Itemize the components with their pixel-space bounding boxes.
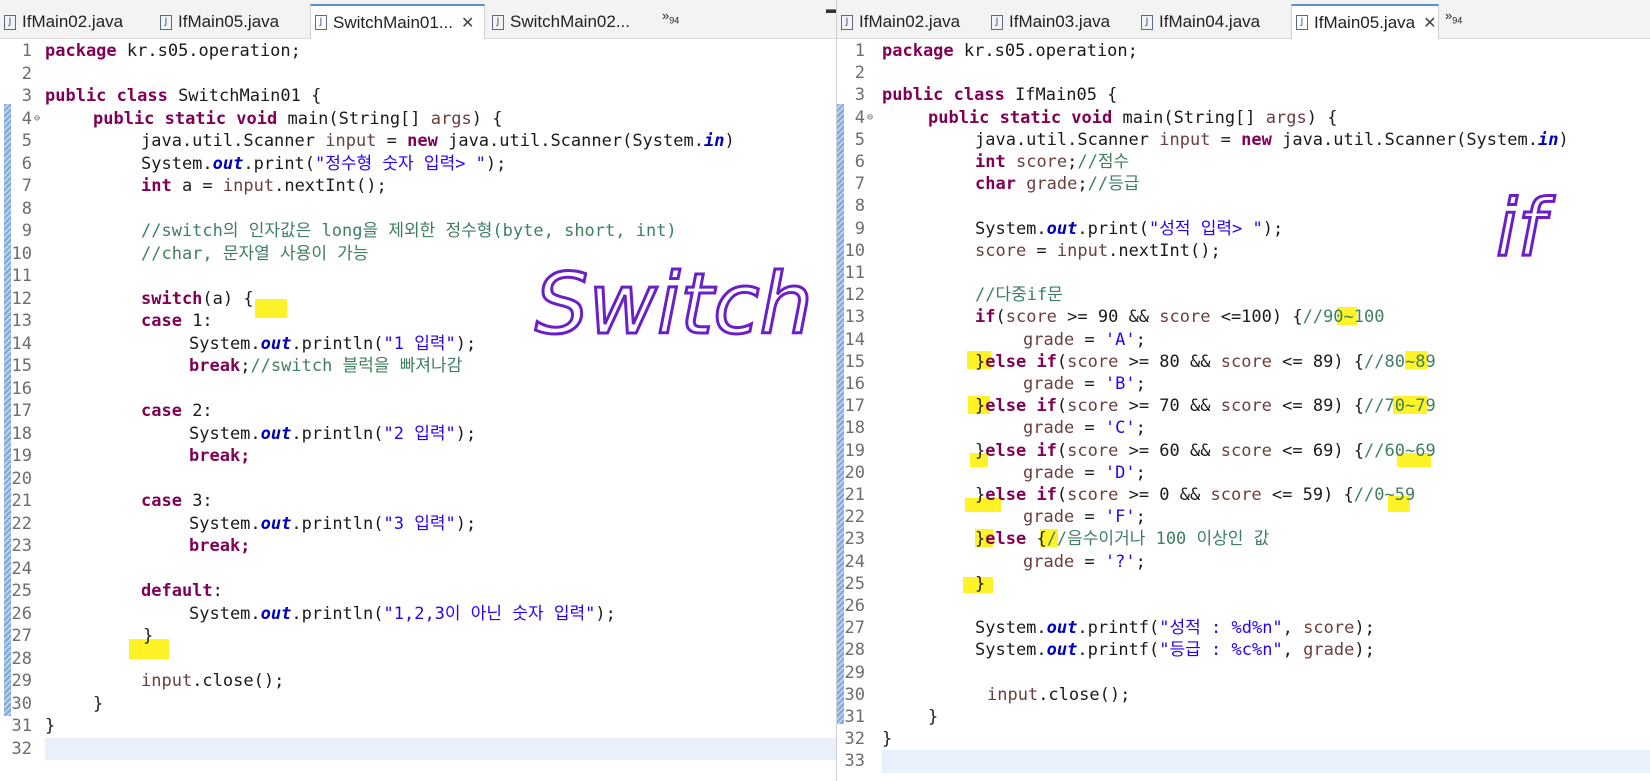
code-line: 29 input.close(); <box>11 671 285 691</box>
code-editor-left[interactable]: 1 package kr.s05.operation; 2 3 public cla… <box>0 40 836 781</box>
tab-ifmain05[interactable]: J IfMain05.java <box>156 6 306 38</box>
code-line: 26 System.out.println("1,2,3이 아닌 숫자 입력"); <box>11 603 616 624</box>
code-line: 6 System.out.print("정수형 숫자 입력> "); <box>21 153 507 174</box>
code-line: 4 ⊖ public static void main(String[] args)… <box>21 108 503 129</box>
tab-ifmain03[interactable]: J IfMain03.java <box>987 6 1137 38</box>
code-line: 22 System.out.println("3 입력"); <box>11 513 477 534</box>
code-line: 28 <box>11 648 32 669</box>
close-icon[interactable]: ✕ <box>1423 13 1436 33</box>
handwritten-annotation: Switch <box>534 254 815 355</box>
java-file-icon: J <box>841 14 853 30</box>
java-file-icon: J <box>315 15 327 30</box>
code-line: 21}else if(score >= 0 && score <= 59) {/… <box>844 485 1416 505</box>
code-line: 19 break; <box>11 446 251 466</box>
code-line: 1 package kr.s05.operation; <box>854 41 1138 61</box>
code-line: 32} <box>844 729 893 750</box>
code-line: 30 input.close(); <box>844 684 1131 705</box>
java-file-icon: J <box>160 14 172 30</box>
code-line: 21 case 3: <box>11 491 213 511</box>
code-line: 24 <box>11 558 32 579</box>
code-line: 23}else {//음수이거나 100 이상인 값 <box>844 529 1270 550</box>
minimize-icon[interactable]: ▬ <box>826 2 836 16</box>
tab-overflow-button[interactable]: »94 <box>662 8 679 26</box>
code-line: 20 grade = 'D'; <box>844 462 1146 483</box>
svg-text:if: if <box>1496 184 1556 274</box>
code-line: 4 ⊖ public static void main(String[] args)… <box>854 107 1338 128</box>
code-line: 19}else if(score >= 60 && score <= 69) {… <box>844 440 1436 461</box>
code-line: 27} <box>11 626 154 646</box>
editor-tabbar-left: J IfMain02.java J IfMain05.java J Switch… <box>0 0 836 39</box>
code-line: 25} <box>844 573 986 594</box>
java-file-icon: J <box>4 14 16 30</box>
code-line: 17}else if(score >= 70 && score <= 89) {… <box>844 396 1436 417</box>
code-line: 2 <box>854 63 865 84</box>
tab-ifmain04[interactable]: J IfMain04.java <box>1137 6 1287 38</box>
code-line: 3 public class IfMain05 { <box>854 85 1118 106</box>
code-line: 5 java.util.Scanner input = new java.util… <box>21 131 735 151</box>
handwritten-annotation: if <box>1495 183 1558 276</box>
code-line: 16 grade = 'B'; <box>844 374 1146 394</box>
code-line: 28 System.out.printf("등급 : %c%n", grade); <box>844 640 1375 661</box>
code-line: 24 grade = '?'; <box>844 551 1146 572</box>
editor-pane-left: J IfMain02.java J IfMain05.java J Switch… <box>0 0 836 781</box>
tab-ifmain02[interactable]: J IfMain02.java <box>0 6 150 38</box>
code-line: 33 <box>844 751 865 772</box>
code-line: 13 if(score >= 90 && score <=100) {//90~1… <box>844 307 1385 328</box>
code-line: 25 default: <box>11 581 223 601</box>
code-line: 5 java.util.Scanner input = new java.util… <box>854 129 1569 150</box>
code-line: 18 grade = 'C'; <box>844 418 1146 439</box>
close-icon[interactable]: ✕ <box>461 13 474 33</box>
code-line: 6 int score;//점수 <box>854 152 1130 172</box>
code-line: 31} <box>844 707 939 727</box>
code-line: 30} <box>11 693 104 714</box>
code-line: 23 break; <box>11 536 251 556</box>
java-file-icon: J <box>991 14 1003 30</box>
code-line: 12//다중if문 <box>844 285 1063 306</box>
tab-overflow-button[interactable]: »94 <box>1445 8 1462 26</box>
code-line: 1 package kr.s05.operation; <box>21 41 301 61</box>
tab-switchmain02[interactable]: J SwitchMain02... <box>488 6 653 38</box>
editor-tabbar-right: J IfMain02.java J IfMain03.java J IfMain… <box>837 0 1650 39</box>
code-line: 32 <box>11 738 32 759</box>
java-file-icon: J <box>1296 15 1308 30</box>
code-line: 26 <box>844 596 865 616</box>
code-line: 15}else if(score >= 80 && score <= 89) {… <box>844 351 1436 372</box>
java-file-icon: J <box>492 14 504 30</box>
code-editor-right[interactable]: 1 package kr.s05.operation; 2 3 public cla… <box>837 40 1650 781</box>
editor-pane-right: J IfMain02.java J IfMain03.java J IfMain… <box>836 0 1650 781</box>
code-line: 9//switch의 인자값은 long을 제외한 정수형(byte, shor… <box>21 221 677 241</box>
code-line: 14 grade = 'A'; <box>844 329 1146 350</box>
code-line: 20 <box>11 468 32 489</box>
code-line: 8 <box>21 198 32 219</box>
java-file-icon: J <box>1141 14 1153 30</box>
code-line: 29 <box>844 662 865 683</box>
tab-ifmain02[interactable]: J IfMain02.java <box>837 6 987 38</box>
code-line: 31} <box>11 716 56 736</box>
code-line: 17 case 2: <box>11 401 213 421</box>
code-line: 18 System.out.println("2 입력"); <box>11 423 477 444</box>
svg-text:Switch: Switch <box>535 255 813 353</box>
code-line: 3 public class SwitchMain01 { <box>21 86 322 106</box>
code-line: 16 <box>11 378 32 399</box>
tab-switchmain01[interactable]: J SwitchMain01... ✕ <box>310 4 485 39</box>
code-line: 22 grade = 'F'; <box>844 507 1146 528</box>
tab-ifmain05-active[interactable]: J IfMain05.java ✕ <box>1291 4 1439 39</box>
code-line: 27 System.out.printf("성적 : %d%n", score); <box>844 618 1375 639</box>
code-line: 7 int a = input.nextInt(); <box>21 176 387 196</box>
code-line: 2 <box>21 63 32 84</box>
